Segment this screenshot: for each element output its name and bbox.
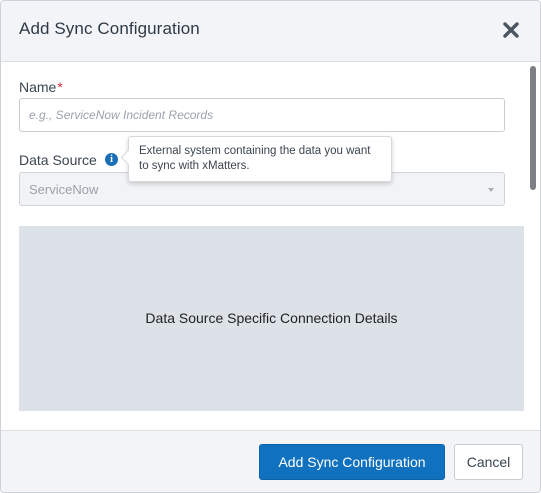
- info-icon[interactable]: i: [105, 153, 118, 166]
- dialog-footer: Add Sync Configuration Cancel: [1, 430, 540, 492]
- cancel-button[interactable]: Cancel: [454, 444, 523, 480]
- dialog-header: Add Sync Configuration: [1, 1, 540, 62]
- name-input[interactable]: [19, 98, 505, 132]
- dialog-title: Add Sync Configuration: [19, 19, 200, 38]
- name-label: Name*: [19, 79, 63, 95]
- data-source-selected-value: ServiceNow: [29, 182, 99, 197]
- connection-details-placeholder: Data Source Specific Connection Details: [145, 310, 398, 326]
- name-label-text: Name: [19, 79, 57, 95]
- add-sync-configuration-button[interactable]: Add Sync Configuration: [259, 444, 445, 480]
- connection-details-panel: Data Source Specific Connection Details: [19, 226, 524, 411]
- scrollbar-thumb[interactable]: [530, 66, 536, 190]
- data-source-tooltip: External system containing the data you …: [120, 136, 392, 182]
- close-icon[interactable]: [502, 21, 520, 39]
- tooltip-arrow: [120, 149, 137, 166]
- add-sync-configuration-dialog: Add Sync Configuration Name* Data Source…: [0, 0, 541, 493]
- tooltip-text: External system containing the data you …: [139, 145, 371, 172]
- dialog-body[interactable]: Name* Data Source i External system cont…: [1, 62, 540, 430]
- data-source-label: Data Source: [19, 152, 97, 168]
- chevron-down-icon: [488, 188, 494, 192]
- required-marker: *: [57, 79, 63, 95]
- body-scrollbar[interactable]: [529, 62, 537, 430]
